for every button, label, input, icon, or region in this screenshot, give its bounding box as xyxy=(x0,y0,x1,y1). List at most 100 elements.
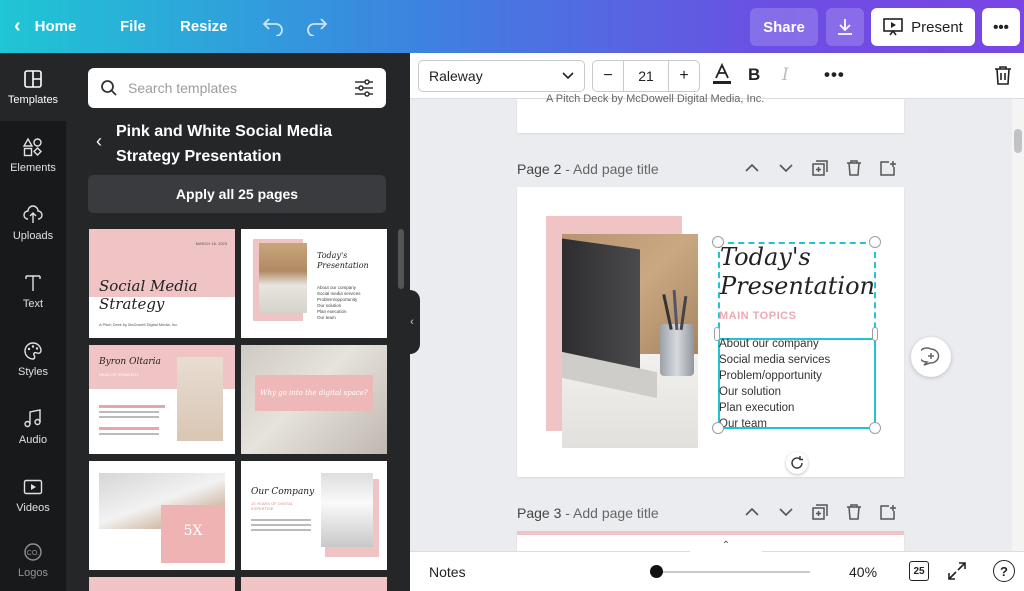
bold-button[interactable]: B xyxy=(748,65,760,85)
expand-pages-tab[interactable]: ⌃ xyxy=(690,540,762,552)
rail-item-audio[interactable]: Audio xyxy=(0,393,66,461)
page-number: Page 2 xyxy=(517,161,562,177)
page-2-label[interactable]: Page 2 - Add page title xyxy=(517,161,659,177)
decrease-size-button[interactable]: − xyxy=(593,61,623,91)
add-page-title[interactable]: - Add page title xyxy=(561,161,658,177)
move-up-icon[interactable] xyxy=(744,504,760,520)
move-up-icon[interactable] xyxy=(744,160,760,176)
side-handle[interactable] xyxy=(714,327,720,341)
resize-handle[interactable] xyxy=(869,236,881,248)
zoom-value[interactable]: 40% xyxy=(849,564,877,580)
duplicate-page-icon[interactable] xyxy=(812,160,828,176)
delete-page-icon[interactable] xyxy=(846,504,862,520)
thumb-title: Why go into the digital space? xyxy=(260,389,368,397)
rotate-handle[interactable] xyxy=(786,452,808,474)
search-icon xyxy=(101,80,117,96)
font-size-input[interactable]: 21 xyxy=(623,61,669,91)
rail-item-templates[interactable]: Templates xyxy=(0,53,66,121)
help-button[interactable]: ? xyxy=(993,560,1015,582)
redo-button[interactable] xyxy=(306,16,328,41)
add-page-title[interactable]: - Add page title xyxy=(561,505,658,521)
download-button[interactable] xyxy=(826,8,864,46)
collapse-panel-button[interactable]: ‹ xyxy=(404,290,420,354)
page-3-tools xyxy=(744,504,896,520)
add-page-icon[interactable] xyxy=(880,160,896,176)
page-count-button[interactable]: 25 xyxy=(909,561,929,581)
text-color-button[interactable] xyxy=(712,62,732,90)
zoom-slider[interactable] xyxy=(650,565,810,578)
chevron-down-icon xyxy=(562,72,574,80)
thumb-items: About our company Social media services … xyxy=(317,285,361,320)
rail-item-text[interactable]: Text xyxy=(0,257,66,325)
more-text-options-button[interactable]: ••• xyxy=(824,65,845,85)
template-thumbnail[interactable]: Today's Presentation About our company S… xyxy=(241,229,387,338)
italic-button[interactable]: I xyxy=(782,65,789,85)
uploads-icon xyxy=(23,204,43,223)
template-thumbnail[interactable]: MARCH 16, 2023 Social Media Strategy A P… xyxy=(89,229,235,338)
increase-size-button[interactable]: + xyxy=(669,61,699,91)
laptop-photo[interactable] xyxy=(562,234,698,448)
font-family-dropdown[interactable]: Raleway xyxy=(418,60,585,92)
add-page-icon[interactable] xyxy=(880,504,896,520)
rail-item-uploads[interactable]: Uploads xyxy=(0,189,66,257)
page-3-label[interactable]: Page 3 - Add page title xyxy=(517,505,659,521)
rail-item-styles[interactable]: Styles xyxy=(0,325,66,393)
scrollbar-thumb[interactable] xyxy=(1014,129,1022,153)
delete-element-button[interactable] xyxy=(994,65,1012,90)
topics-list[interactable]: About our company Social media services … xyxy=(719,336,875,428)
undo-button[interactable] xyxy=(262,16,284,41)
file-menu-button[interactable]: File xyxy=(120,0,146,53)
template-thumbnail[interactable]: Byron Oltaria HEAD OF STRATEGY xyxy=(89,345,235,454)
thumb-subtitle: 10 YEARS OF DIGITAL EXPERTISE xyxy=(251,501,293,511)
resize-button[interactable]: Resize xyxy=(180,0,228,53)
slide-subtitle[interactable]: MAIN TOPICS xyxy=(719,310,796,322)
resize-handle[interactable] xyxy=(869,422,881,434)
move-down-icon[interactable] xyxy=(778,160,794,176)
more-options-button[interactable]: ••• xyxy=(982,8,1020,46)
trash-icon xyxy=(995,66,1011,85)
help-icon: ? xyxy=(1000,563,1008,579)
rail-label: Logos xyxy=(18,566,48,579)
move-down-icon[interactable] xyxy=(778,504,794,520)
templates-panel: ‹ Pink and White Social Media Strategy P… xyxy=(66,53,410,591)
thumb-name: Byron Oltaria xyxy=(99,357,161,367)
rail-item-logos[interactable]: CO. Logos xyxy=(0,529,66,591)
template-thumbnail[interactable] xyxy=(241,577,387,591)
home-button[interactable]: ‹ Home xyxy=(14,0,76,53)
slide-title[interactable]: Today's Presentation xyxy=(720,243,875,301)
page-2-tools xyxy=(744,160,896,176)
search-box[interactable] xyxy=(88,68,386,108)
duplicate-page-icon[interactable] xyxy=(812,504,828,520)
delete-page-icon[interactable] xyxy=(846,160,862,176)
template-thumbnail[interactable]: 5X xyxy=(89,461,235,570)
present-icon xyxy=(883,18,903,36)
zoom-slider-knob[interactable] xyxy=(650,565,663,578)
back-chevron-icon[interactable]: ‹ xyxy=(96,131,102,169)
add-comment-button[interactable] xyxy=(911,337,951,377)
panel-scrollbar[interactable] xyxy=(398,229,404,289)
apply-all-pages-button[interactable]: Apply all 25 pages xyxy=(88,175,386,213)
fullscreen-button[interactable] xyxy=(948,562,966,585)
thumb-title: Our Company xyxy=(251,487,315,497)
logos-icon: CO. xyxy=(24,542,42,561)
videos-icon xyxy=(23,479,43,494)
side-handle[interactable] xyxy=(872,327,878,341)
present-button[interactable]: Present xyxy=(871,8,975,46)
template-thumbnail[interactable]: Why go into the digital space? xyxy=(241,345,387,454)
resize-handle[interactable] xyxy=(712,236,724,248)
rail-item-videos[interactable]: Videos xyxy=(0,461,66,529)
canvas-scrollbar[interactable] xyxy=(1012,99,1024,551)
resize-handle[interactable] xyxy=(712,422,724,434)
filter-icon[interactable] xyxy=(354,79,374,97)
template-thumbnail[interactable] xyxy=(89,577,235,591)
page-1[interactable]: A Pitch Deck by McDowell Digital Media, … xyxy=(517,93,904,133)
styles-icon xyxy=(24,341,42,360)
thumb-date: MARCH 16, 2023 xyxy=(195,241,227,246)
chevron-left-icon: ‹ xyxy=(410,316,414,328)
notes-button[interactable]: Notes xyxy=(429,564,466,580)
rail-item-elements[interactable]: Elements xyxy=(0,121,66,189)
page-2[interactable]: Today's Presentation MAIN TOPICS About o… xyxy=(517,187,904,477)
template-thumbnail[interactable]: Our Company 10 YEARS OF DIGITAL EXPERTIS… xyxy=(241,461,387,570)
search-input[interactable] xyxy=(128,80,344,96)
share-button[interactable]: Share xyxy=(750,8,818,46)
